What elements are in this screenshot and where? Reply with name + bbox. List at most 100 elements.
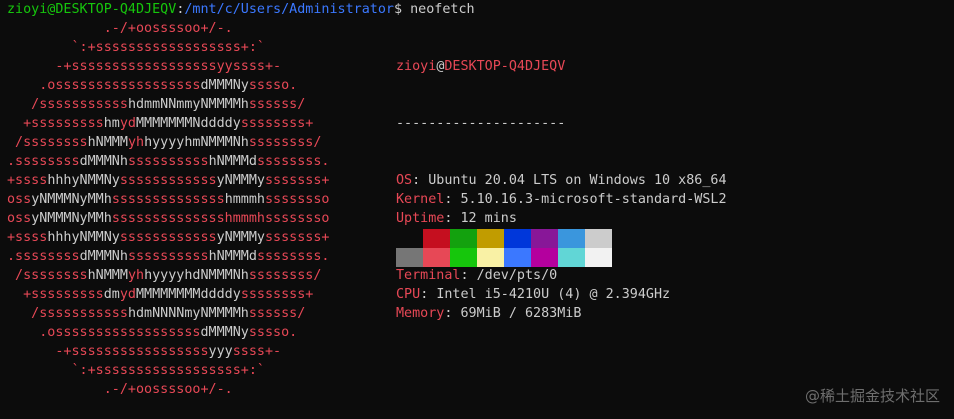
logo-segment: dMMMNh bbox=[79, 249, 128, 264]
info-row: CPU: Intel i5-4210U (4) @ 2.394GHz bbox=[396, 285, 727, 304]
bright-color-swatch bbox=[396, 248, 423, 267]
logo-segment: ssssssso bbox=[265, 211, 330, 226]
normal-color-swatch bbox=[585, 229, 612, 248]
logo-line: .-/+oossssoo+/-. bbox=[7, 19, 330, 38]
terminal-window[interactable]: zioyi@DESKTOP-Q4DJEQV: /mnt/c/Users/Admin… bbox=[0, 0, 954, 419]
logo-segment: .-/+oossssoo+/-. bbox=[7, 382, 233, 397]
logo-segment: hyyyyhmNMMMNh bbox=[144, 135, 249, 150]
logo-line: .ssssssssdMMMNhsssssssssshNMMMdssssssss. bbox=[7, 152, 330, 171]
logo-segment: oss bbox=[7, 192, 32, 207]
logo-segment: ssssssssss bbox=[127, 249, 209, 264]
logo-segment: /sssssssssss bbox=[7, 97, 128, 112]
prompt-path: /mnt/c/Users/Administrator bbox=[184, 2, 394, 17]
palette-bright-row bbox=[396, 248, 612, 267]
info-key-suffix: : bbox=[444, 211, 461, 226]
prompt-sign: $ bbox=[393, 2, 411, 17]
info-value: 69MiB / 6283MiB bbox=[460, 306, 582, 321]
logo-segment: ssssssss. bbox=[256, 154, 330, 169]
normal-color-swatch bbox=[477, 229, 504, 248]
normal-color-swatch bbox=[504, 229, 531, 248]
logo-line: .ssssssssdMMMNhsssssssssshNMMMdssssssss. bbox=[7, 247, 330, 266]
logo-segment: yNMMMy bbox=[216, 173, 265, 188]
info-value: 5.10.16.3-microsoft-standard-WSL2 bbox=[460, 192, 727, 207]
logo-line: `:+ssssssssssssssssss+:` bbox=[7, 38, 330, 57]
palette-normal-row bbox=[396, 229, 612, 248]
logo-segment: sssssss+ bbox=[265, 230, 330, 245]
logo-line: .-/+oossssoo+/-. bbox=[7, 380, 330, 399]
normal-color-swatch bbox=[423, 229, 450, 248]
logo-line: +ssssssssshmydMMMMMMMNddddyssssssss+ bbox=[7, 114, 330, 133]
info-value: Intel i5-4210U (4) @ 2.394GHz bbox=[436, 287, 671, 302]
normal-color-swatch bbox=[396, 229, 423, 248]
logo-segment: hmmmh bbox=[224, 192, 265, 207]
info-row: OS: Ubuntu 20.04 LTS on Windows 10 x86_6… bbox=[396, 171, 727, 190]
logo-segment: ssssssss/ bbox=[248, 268, 322, 283]
info-key-suffix: : bbox=[420, 287, 437, 302]
logo-segment: .ossssssssssssssssss bbox=[7, 78, 201, 93]
info-key: CPU bbox=[396, 287, 421, 302]
logo-segment: hdmNNNNmyNMMMMh bbox=[127, 306, 249, 321]
logo-segment: yNMMMNyMMh bbox=[31, 211, 112, 226]
command-text: neofetch bbox=[410, 2, 475, 17]
logo-segment: hm bbox=[103, 116, 120, 131]
logo-segment: sssso. bbox=[248, 325, 298, 340]
logo-segment: hNMMMd bbox=[208, 249, 257, 264]
info-key: Uptime bbox=[396, 211, 445, 226]
logo-segment: hNMMM bbox=[87, 135, 128, 150]
logo-segment: sssso. bbox=[248, 78, 298, 93]
logo-line: .ossssssssssssssssssdMMMNysssso. bbox=[7, 323, 330, 342]
logo-segment: ssssss/ bbox=[248, 306, 306, 321]
info-key: Kernel bbox=[396, 192, 445, 207]
logo-segment: ssssssss/ bbox=[248, 135, 322, 150]
info-value: /dev/pts/0 bbox=[476, 268, 558, 283]
logo-segment: sssssss+ bbox=[265, 173, 330, 188]
logo-segment: `:+ssssssssssssssssss+:` bbox=[7, 363, 265, 378]
logo-segment: hNMMMd bbox=[208, 154, 257, 169]
logo-segment: ssssssss+ bbox=[240, 116, 314, 131]
logo-segment: .ssssssss bbox=[7, 154, 80, 169]
system-info: zioyi@DESKTOP-Q4DJEQV ------------------… bbox=[396, 19, 727, 361]
logo-segment: yyy bbox=[208, 344, 233, 359]
logo-segment: ssssssss+ bbox=[240, 287, 314, 302]
logo-segment: dm bbox=[103, 287, 120, 302]
normal-color-swatch bbox=[531, 229, 558, 248]
normal-color-swatch bbox=[450, 229, 477, 248]
bright-color-swatch bbox=[423, 248, 450, 267]
logo-segment: hyyyyhdNMMMNh bbox=[144, 268, 249, 283]
info-row: Terminal: /dev/pts/0 bbox=[396, 266, 727, 285]
logo-segment: +sssssssss bbox=[7, 116, 104, 131]
bright-color-swatch bbox=[504, 248, 531, 267]
info-host: DESKTOP-Q4DJEQV bbox=[444, 59, 566, 74]
logo-line: /ssssssssssshdmmNNmmyNMMMMhssssss/ bbox=[7, 95, 330, 114]
info-row: Memory: 69MiB / 6283MiB bbox=[396, 304, 727, 323]
info-row: Uptime: 12 mins bbox=[396, 209, 727, 228]
info-user: zioyi bbox=[396, 59, 437, 74]
logo-segment: MMMMMMMMddddy bbox=[136, 287, 241, 302]
logo-segment: MMMMMMMNddddy bbox=[136, 116, 241, 131]
info-key-suffix: : bbox=[460, 268, 477, 283]
logo-line: /ssssssssssshdmNNNNmyNMMMMhssssss/ bbox=[7, 304, 330, 323]
logo-segment: yd bbox=[119, 287, 136, 302]
logo-segment: ssssssso bbox=[265, 192, 330, 207]
logo-segment: /sssssssssss bbox=[7, 306, 128, 321]
logo-segment: +sssssssss bbox=[7, 287, 104, 302]
bright-color-swatch bbox=[477, 248, 504, 267]
logo-segment: dMMMNy bbox=[200, 325, 249, 340]
bright-color-swatch bbox=[450, 248, 477, 267]
logo-segment: /ssssssss bbox=[7, 268, 88, 283]
logo-segment: ssssssssssssss bbox=[111, 192, 225, 207]
logo-line: +sssshhhyNMMNyssssssssssssyNMMMysssssss+ bbox=[7, 171, 330, 190]
bright-color-swatch bbox=[531, 248, 558, 267]
normal-color-swatch bbox=[558, 229, 585, 248]
logo-segment: hhhyNMMNy bbox=[47, 230, 120, 245]
color-palette bbox=[396, 229, 612, 267]
logo-line: `:+ssssssssssssssssss+:` bbox=[7, 361, 330, 380]
info-row: Kernel: 5.10.16.3-microsoft-standard-WSL… bbox=[396, 190, 727, 209]
info-value: Ubuntu 20.04 LTS on Windows 10 x86_64 bbox=[428, 173, 727, 188]
watermark: @稀土掘金技术社区 bbox=[804, 387, 940, 405]
logo-segment: dMMMNh bbox=[79, 154, 128, 169]
logo-segment: +ssss bbox=[7, 230, 48, 245]
prompt-line: zioyi@DESKTOP-Q4DJEQV:/mnt/c/Users/Admin… bbox=[7, 0, 475, 19]
logo-segment: ssssssssssss bbox=[119, 230, 217, 245]
logo-segment: .-/+oossssoo+/-. bbox=[7, 21, 233, 36]
